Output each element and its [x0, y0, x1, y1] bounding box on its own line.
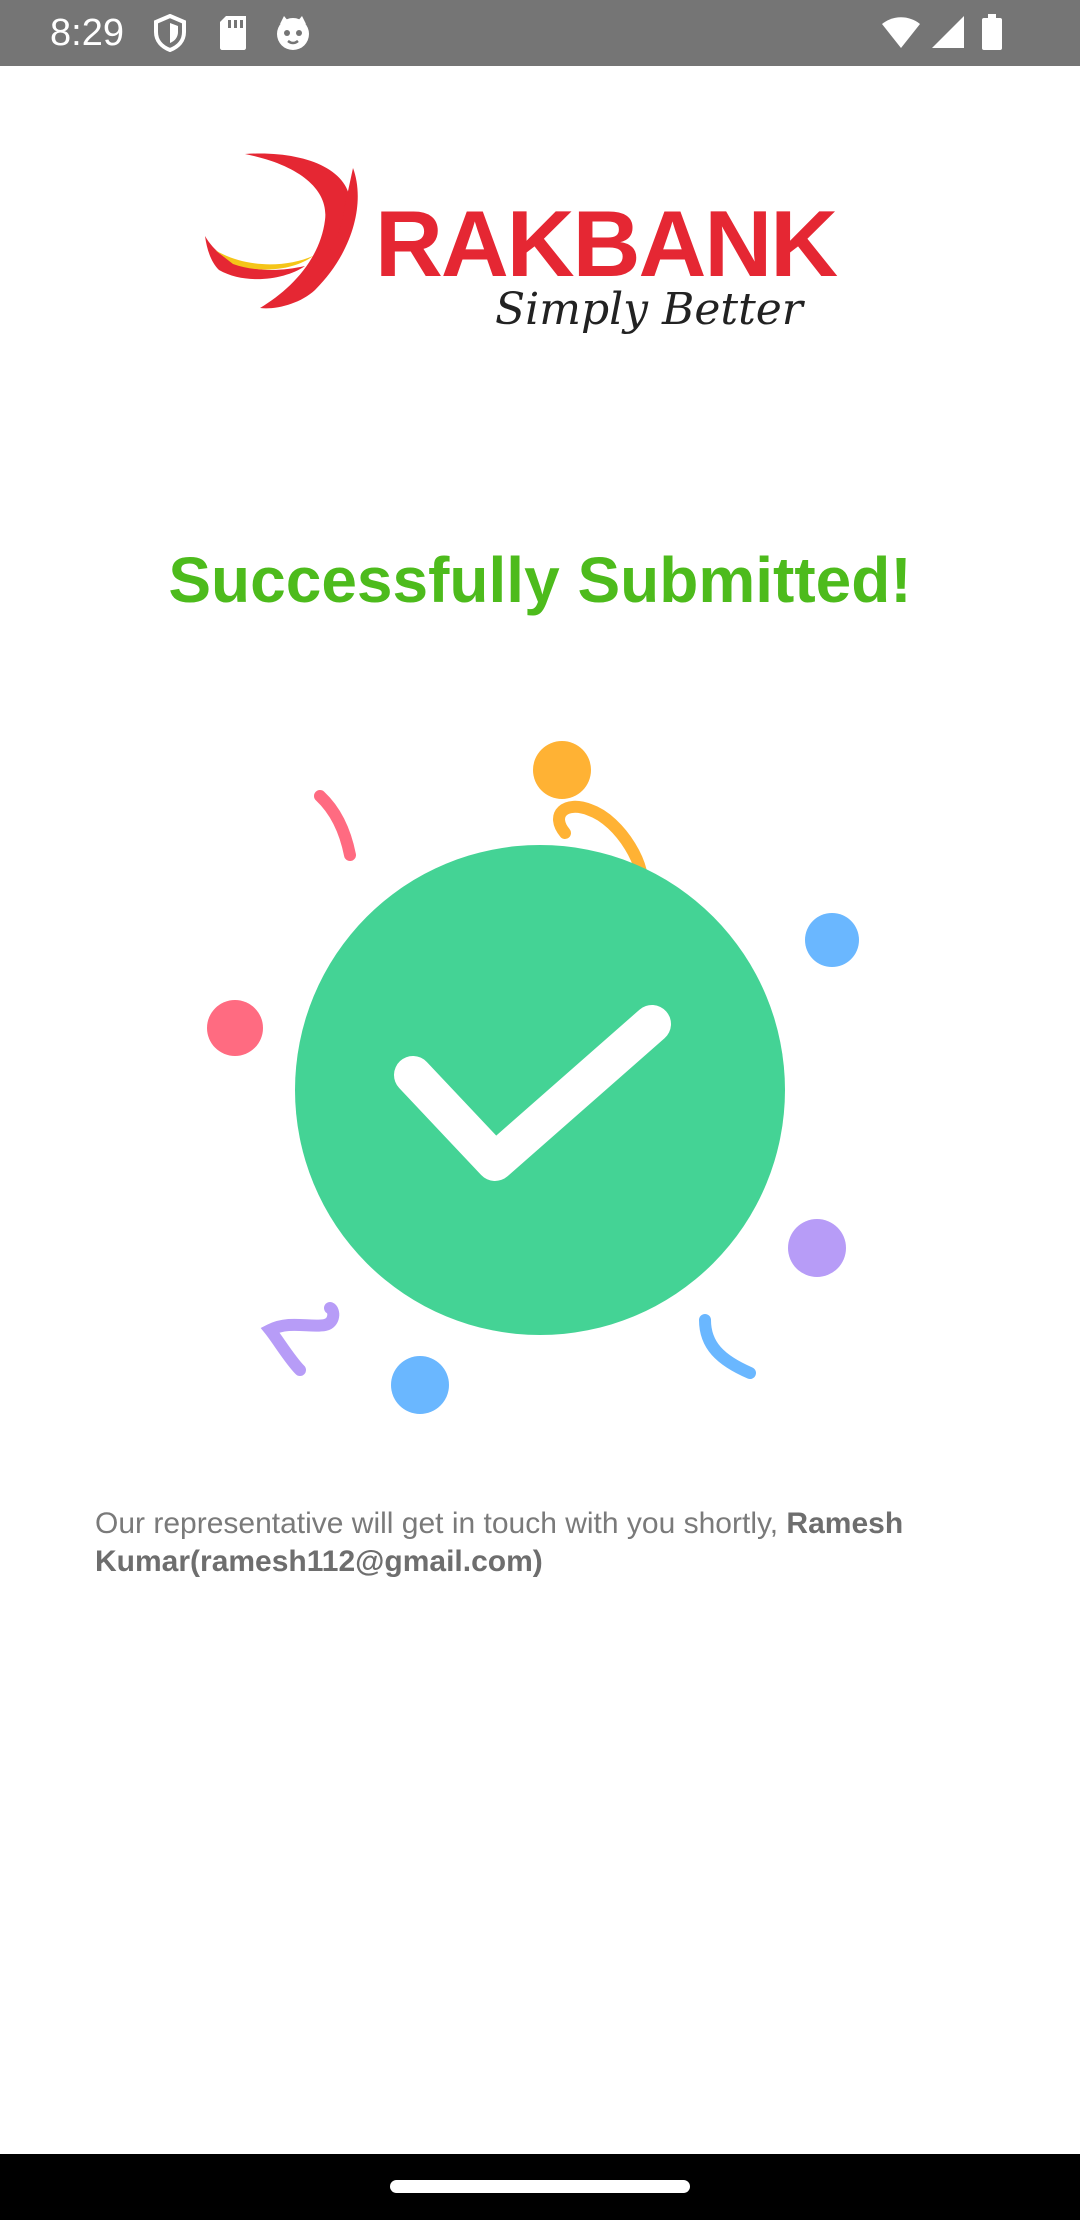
sd-card-icon	[218, 14, 248, 52]
home-gesture-handle[interactable]	[390, 2180, 690, 2193]
signal-icon	[930, 14, 966, 52]
logo-wordmark: RAKBANK	[375, 191, 838, 296]
wifi-icon	[880, 14, 922, 52]
confetti-dot-blue-bottom	[391, 1356, 449, 1414]
confirmation-message: Our representative will get in touch wit…	[95, 1505, 995, 1581]
navigation-bar	[0, 2154, 1080, 2220]
confetti-dot-pink	[207, 1000, 263, 1056]
confetti-dot-blue-right	[805, 913, 859, 967]
confetti-dot-orange	[533, 741, 591, 799]
success-title: Successfully Submitted!	[168, 544, 912, 616]
success-illustration	[190, 720, 890, 1440]
status-bar: 8:29	[0, 0, 1080, 66]
battery-icon	[980, 14, 1004, 52]
confetti-arc-blue	[699, 1314, 756, 1379]
shield-icon	[152, 14, 188, 52]
success-screen: 8:29 RAKBANK Simply Better Successfully …	[0, 0, 1080, 2220]
confetti-squiggle-purple	[260, 1302, 340, 1376]
rakbank-logo: RAKBANK Simply Better	[205, 150, 885, 360]
confetti-dot-purple	[788, 1219, 846, 1277]
confetti-arc-pink	[314, 790, 356, 861]
status-time: 8:29	[50, 12, 124, 54]
logo-tagline: Simply Better	[495, 284, 803, 335]
cat-face-icon	[274, 14, 312, 52]
success-circle	[295, 845, 785, 1335]
message-text: Our representative will get in touch wit…	[95, 1507, 787, 1540]
